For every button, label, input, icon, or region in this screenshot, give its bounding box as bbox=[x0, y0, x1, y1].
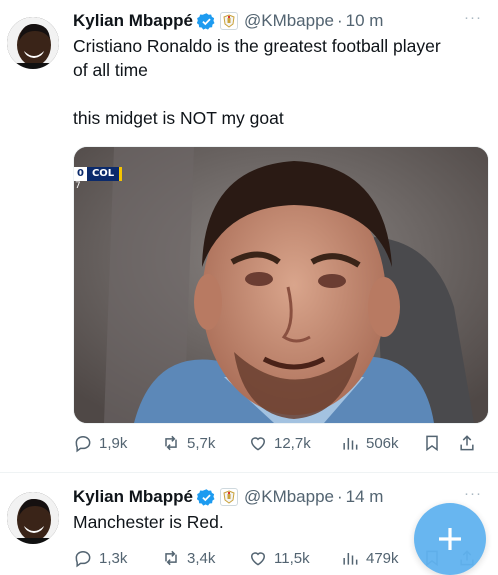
like-count: 12,7k bbox=[274, 434, 311, 452]
tweet-actions: 1,9k 5,7k 12,7k 506k bbox=[73, 431, 488, 455]
reply-button[interactable]: 1,9k bbox=[73, 433, 127, 453]
author-name[interactable]: Kylian Mbappé bbox=[73, 487, 193, 507]
views-button[interactable]: 479k bbox=[340, 548, 399, 568]
club-badge-icon[interactable] bbox=[219, 12, 238, 30]
views-count: 506k bbox=[366, 434, 399, 452]
bookmark-icon bbox=[426, 435, 438, 452]
repost-count: 3,4k bbox=[187, 549, 216, 567]
tweet-timestamp[interactable]: 10 m bbox=[346, 11, 384, 31]
like-count: 11,5k bbox=[274, 549, 310, 567]
share-icon bbox=[460, 435, 474, 451]
avatar[interactable] bbox=[7, 17, 59, 69]
like-button[interactable]: 12,7k bbox=[248, 433, 311, 453]
scorebug-flag bbox=[119, 167, 123, 181]
like-button[interactable]: 11,5k bbox=[248, 548, 310, 568]
more-options-icon[interactable]: ··· bbox=[464, 485, 482, 502]
scorebug: 0 COL bbox=[74, 166, 123, 182]
repost-icon bbox=[165, 550, 177, 566]
share-button[interactable] bbox=[457, 433, 477, 453]
bookmark-button[interactable] bbox=[422, 433, 442, 453]
compose-button[interactable] bbox=[414, 503, 486, 575]
repost-button[interactable]: 3,4k bbox=[161, 548, 215, 568]
views-count: 479k bbox=[366, 549, 399, 567]
reply-count: 1,9k bbox=[99, 434, 128, 452]
tweet-header: Kylian Mbappé @KMbappe · 10 m ··· bbox=[73, 9, 498, 33]
author-handle[interactable]: @KMbappe bbox=[244, 11, 334, 31]
verified-badge-icon bbox=[196, 12, 215, 30]
club-badge-icon[interactable] bbox=[219, 488, 238, 506]
verified-badge-icon bbox=[196, 488, 215, 506]
views-bar-chart-icon bbox=[343, 553, 358, 565]
avatar-photo bbox=[7, 17, 59, 69]
views-bar-chart-icon bbox=[343, 438, 358, 450]
heart-icon bbox=[250, 437, 266, 451]
tweet-card[interactable]: Kylian Mbappé @KMbappe · 10 m ··· Cristi… bbox=[0, 0, 498, 473]
avatar[interactable] bbox=[7, 492, 59, 544]
views-button[interactable]: 506k bbox=[340, 433, 399, 453]
more-options-icon[interactable]: ··· bbox=[464, 9, 482, 26]
photo-crying-player bbox=[74, 147, 488, 423]
heart-icon bbox=[250, 552, 266, 566]
author-handle[interactable]: @KMbappe bbox=[244, 487, 334, 507]
scorebug-score: 0 bbox=[74, 167, 87, 181]
repost-count: 5,7k bbox=[187, 434, 216, 452]
scorebug-team: COL bbox=[86, 167, 120, 181]
tweet-media-image[interactable]: 0 COL 7 bbox=[73, 146, 489, 424]
repost-icon bbox=[165, 435, 177, 451]
avatar-photo bbox=[7, 492, 59, 544]
reply-count: 1,3k bbox=[99, 549, 128, 567]
reply-icon bbox=[75, 435, 91, 453]
separator-dot: · bbox=[337, 487, 343, 506]
tweet-text: Cristiano Ronaldo is the greatest footba… bbox=[73, 36, 441, 128]
reply-icon bbox=[75, 550, 91, 568]
tweet-timestamp[interactable]: 14 m bbox=[346, 487, 384, 507]
scorebug-sub: 7 bbox=[75, 181, 81, 191]
reply-button[interactable]: 1,3k bbox=[73, 548, 127, 568]
separator-dot: · bbox=[337, 11, 343, 30]
compose-plus-icon bbox=[439, 528, 461, 550]
repost-button[interactable]: 5,7k bbox=[161, 433, 215, 453]
author-name[interactable]: Kylian Mbappé bbox=[73, 11, 193, 31]
